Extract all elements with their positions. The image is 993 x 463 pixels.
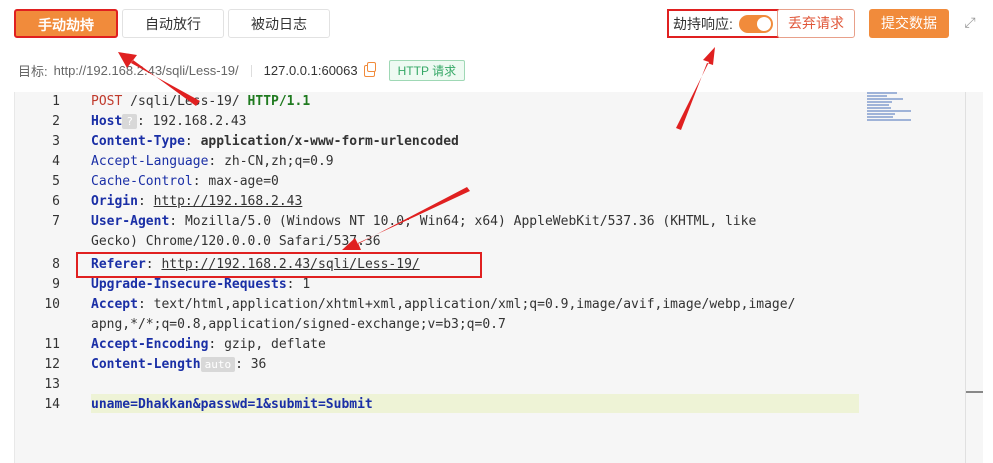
header-value: 1: [302, 277, 311, 292]
code-line: 5 Cache-Control: max-age=0: [15, 172, 965, 192]
header-value: Mozilla/5.0 (Windows NT 10.0; Win64; x64…: [184, 214, 757, 229]
line-number: 3: [52, 134, 60, 149]
line-number: 11: [44, 337, 60, 352]
code-line-wrap: Gecko) Chrome/120.0.0.0 Safari/537.36: [15, 232, 965, 252]
header-value: application/x-www-form-urlencoded: [200, 134, 459, 149]
code-line: 7 User-Agent: Mozilla/5.0 (Windows NT 10.…: [15, 212, 965, 232]
vertical-scrollbar[interactable]: [965, 92, 983, 463]
header-value: text/html,application/xhtml+xml,applicat…: [153, 297, 796, 312]
hint-badge: auto: [200, 357, 236, 372]
code-line: 13: [15, 375, 965, 395]
header-value: gzip, deflate: [224, 337, 326, 352]
hijack-response-toggle[interactable]: [738, 14, 773, 33]
line-number: 8: [52, 257, 60, 272]
request-path: /sqli/Less-19/: [130, 94, 240, 109]
code-line: 12 Content-Length auto: 36: [15, 355, 965, 375]
request-editor[interactable]: 1 POST /sqli/Less-19/ HTTP/1.1 2 Host?: 19…: [14, 92, 983, 463]
header-key: Content-Type: [91, 134, 185, 149]
header-key: Content-Length: [91, 357, 201, 372]
header-key: Origin: [91, 194, 138, 209]
code-line: 14 uname=Dhakkan&passwd=1&submit=Submit: [15, 395, 965, 415]
header-key: Upgrade-Insecure-Requests: [91, 277, 287, 292]
target-bar: 目标: http://192.168.2.43/sqli/Less-19/ 12…: [18, 60, 466, 81]
header-key: Accept: [91, 297, 138, 312]
code-line: 1 POST /sqli/Less-19/ HTTP/1.1: [15, 92, 965, 112]
header-value: max-age=0: [208, 174, 279, 189]
mode-tabs: 手动劫持 自动放行 被动日志: [14, 9, 330, 38]
referer-annotation-box: [76, 252, 482, 278]
header-value: zh-CN,zh;q=0.9: [224, 154, 334, 169]
toggle-knob: [756, 16, 771, 31]
scroll-position-marker: [966, 391, 983, 393]
target-prefix: 目标:: [18, 64, 48, 79]
header-key: Cache-Control: [91, 174, 193, 189]
line-number: 1: [52, 94, 60, 109]
line-number: 9: [52, 277, 60, 292]
line-number: 4: [52, 154, 60, 169]
line-number: 7: [52, 214, 60, 229]
code-line: 3 Content-Type: application/x-www-form-ur…: [15, 132, 965, 152]
line-number: 6: [52, 194, 60, 209]
line-number: 10: [44, 297, 60, 312]
code-line: 10 Accept: text/html,application/xhtml+xm…: [15, 295, 965, 315]
request-body: uname=Dhakkan&passwd=1&submit=Submit: [91, 397, 373, 412]
tab-passive-log[interactable]: 被动日志: [228, 9, 330, 38]
header-value: 192.168.2.43: [152, 114, 247, 129]
line-number: 13: [44, 377, 60, 392]
header-value-continued: apng,*/*;q=0.8,application/signed-exchan…: [91, 317, 506, 332]
hint-badge: ?: [122, 114, 137, 129]
submit-data-button[interactable]: 提交数据: [869, 9, 949, 38]
header-value: 36: [250, 357, 267, 372]
tab-auto-release[interactable]: 自动放行: [122, 9, 224, 38]
header-key: Host: [91, 114, 123, 129]
code-line: 6 Origin: http://192.168.2.43: [15, 192, 965, 212]
http-method: POST: [91, 94, 123, 109]
header-value-link[interactable]: http://192.168.2.43: [154, 194, 303, 209]
target-url: http://192.168.2.43/sqli/Less-19/: [53, 63, 239, 78]
line-number: 2: [52, 114, 60, 129]
header-key: Accept-Encoding: [91, 337, 209, 352]
code-line: 4 Accept-Language: zh-CN,zh;q=0.9: [15, 152, 965, 172]
tab-manual-hijack[interactable]: 手动劫持: [14, 9, 118, 38]
copy-icon[interactable]: [363, 61, 376, 77]
code-line: 2 Host?: 192.168.2.43: [15, 112, 965, 132]
header-key: Accept-Language: [91, 154, 209, 169]
line-number: 5: [52, 174, 60, 189]
expand-icon[interactable]: ⤢: [962, 14, 978, 30]
header-key: User-Agent: [91, 214, 170, 229]
discard-request-button[interactable]: 丢弃请求: [777, 9, 855, 38]
target-host: 127.0.0.1:60063: [263, 63, 358, 78]
code-line-wrap: apng,*/*;q=0.8,application/signed-exchan…: [15, 315, 965, 335]
http-request-badge: HTTP 请求: [388, 60, 466, 81]
line-number: 12: [44, 357, 60, 372]
code-line: 9 Upgrade-Insecure-Requests: 1: [15, 275, 965, 295]
header-value-continued: Gecko) Chrome/120.0.0.0 Safari/537.36: [91, 234, 381, 249]
hijack-response-control: 劫持响应:: [667, 9, 779, 38]
line-number: 14: [44, 397, 60, 412]
divider: [250, 64, 252, 77]
code-line: 11 Accept-Encoding: gzip, deflate: [15, 335, 965, 355]
hijack-response-label: 劫持响应:: [673, 15, 733, 32]
http-protocol: HTTP/1.1: [247, 94, 311, 109]
